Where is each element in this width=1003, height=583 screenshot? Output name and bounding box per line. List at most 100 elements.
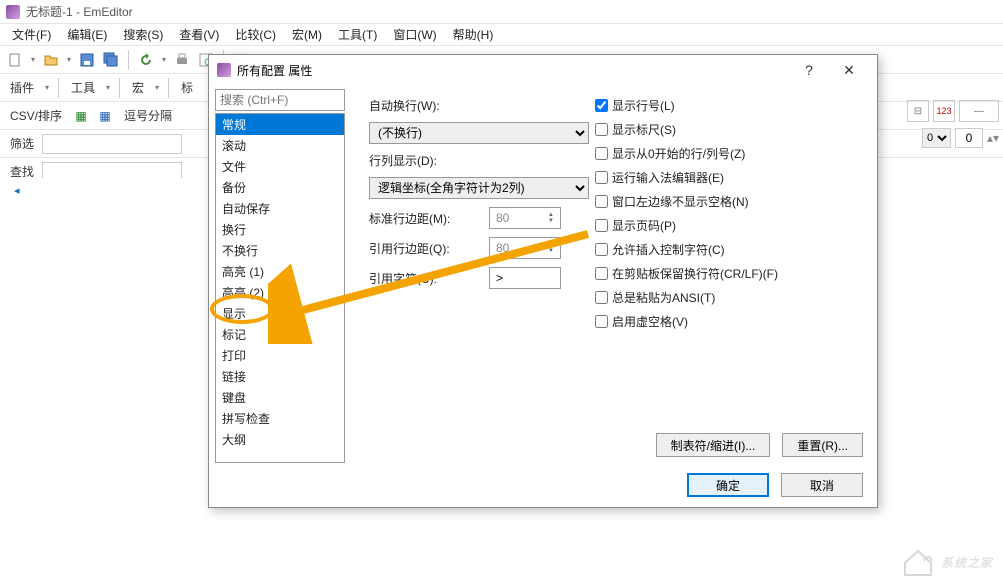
check-pagenum[interactable]: 显示页码(P)	[595, 217, 778, 234]
check-zerobase-box[interactable]	[595, 147, 608, 160]
check-crlf[interactable]: 在剪贴板保留换行符(CR/LF)(F)	[595, 265, 778, 282]
close-button[interactable]: ✕	[829, 56, 869, 84]
quote-char-label: 引用字符(U):	[369, 270, 489, 287]
ok-button[interactable]: 确定	[687, 473, 769, 497]
rowcol-select[interactable]: 逻辑坐标(全角字符计为2列)	[369, 177, 589, 199]
menu-compare[interactable]: 比较(C)	[227, 24, 284, 45]
open-file-dropdown[interactable]: ▾	[64, 49, 74, 71]
menu-search[interactable]: 搜索(S)	[115, 24, 171, 45]
editor-gutter	[0, 178, 20, 583]
csv-mode-icon[interactable]: ▦	[70, 105, 92, 127]
menu-tools[interactable]: 工具(T)	[330, 24, 385, 45]
properties-dialog: 所有配置 属性 ? ✕ 常规 滚动 文件 备份 自动保存 换行 不换行 高亮 (…	[208, 54, 878, 508]
category-item-highlight1[interactable]: 高亮 (1)	[216, 261, 344, 282]
category-item-highlight2[interactable]: 高亮 (2)	[216, 282, 344, 303]
quote-margin-spinner[interactable]: 80▲▼	[489, 237, 561, 259]
reset-button[interactable]: 重置(R)...	[782, 433, 863, 457]
menu-edit[interactable]: 编辑(E)	[59, 24, 115, 45]
plugin-dropdown[interactable]: ▾	[42, 77, 52, 99]
category-item-scroll[interactable]: 滚动	[216, 135, 344, 156]
watermark-icon	[901, 547, 935, 577]
check-linenum-box[interactable]	[595, 99, 608, 112]
checkbox-column: 显示行号(L) 显示标尺(S) 显示从0开始的行/列号(Z) 运行输入法编辑器(…	[595, 97, 778, 330]
category-search-input[interactable]	[215, 89, 345, 111]
plugin-label: 插件	[4, 79, 40, 96]
std-margin-spinner[interactable]: 80▲▼	[489, 207, 561, 229]
check-ansi[interactable]: 总是粘贴为ANSI(T)	[595, 289, 778, 306]
check-ime[interactable]: 运行输入法编辑器(E)	[595, 169, 778, 186]
category-item-autosave[interactable]: 自动保存	[216, 198, 344, 219]
menu-view[interactable]: 查看(V)	[171, 24, 227, 45]
category-item-keyboard[interactable]: 键盘	[216, 387, 344, 408]
menu-macro[interactable]: 宏(M)	[284, 24, 330, 45]
check-pagenum-box[interactable]	[595, 219, 608, 232]
check-ansi-box[interactable]	[595, 291, 608, 304]
check-linenum[interactable]: 显示行号(L)	[595, 97, 778, 114]
tools-label: 工具	[65, 79, 101, 96]
watermark: 系统之家	[901, 547, 993, 577]
menu-file[interactable]: 文件(F)	[4, 24, 59, 45]
category-item-general[interactable]: 常规	[216, 114, 344, 135]
category-item-link[interactable]: 链接	[216, 366, 344, 387]
autowrap-select[interactable]: (不换行)	[369, 122, 589, 144]
category-item-nowrap[interactable]: 不换行	[216, 240, 344, 261]
inner-button-row: 制表符/缩进(I)... 重置(R)...	[656, 433, 863, 457]
std-margin-label: 标准行边距(M):	[369, 210, 489, 227]
check-virtual[interactable]: 启用虚空格(V)	[595, 313, 778, 330]
cancel-button[interactable]: 取消	[781, 473, 863, 497]
macro-label: 宏	[126, 79, 150, 96]
print-icon[interactable]	[171, 49, 193, 71]
category-item-spell[interactable]: 拼写检查	[216, 408, 344, 429]
check-zerobase[interactable]: 显示从0开始的行/列号(Z)	[595, 145, 778, 162]
check-ctrlchar-box[interactable]	[595, 243, 608, 256]
filter-label: 筛选	[4, 135, 40, 152]
category-item-print[interactable]: 打印	[216, 345, 344, 366]
tools-dropdown[interactable]: ▾	[103, 77, 113, 99]
category-item-outline[interactable]: 大纲	[216, 429, 344, 450]
window-title: 无标题-1 - EmEditor	[26, 3, 133, 20]
category-item-backup[interactable]: 备份	[216, 177, 344, 198]
quote-char-input[interactable]	[489, 267, 561, 289]
category-sidebar: 常规 滚动 文件 备份 自动保存 换行 不换行 高亮 (1) 高亮 (2) 显示…	[215, 89, 345, 463]
category-list[interactable]: 常规 滚动 文件 备份 自动保存 换行 不换行 高亮 (1) 高亮 (2) 显示…	[215, 113, 345, 463]
reload-icon[interactable]	[135, 49, 157, 71]
help-button[interactable]: ?	[789, 56, 829, 84]
new-file-dropdown[interactable]: ▾	[28, 49, 38, 71]
csv-label: CSV/排序	[4, 107, 68, 124]
csv-table-icon[interactable]: ▦	[94, 105, 116, 127]
column-select[interactable]: 0	[922, 128, 951, 148]
column-value[interactable]	[955, 128, 983, 148]
save-all-icon[interactable]	[100, 49, 122, 71]
menu-help[interactable]: 帮助(H)	[445, 24, 502, 45]
check-leftspace[interactable]: 窗口左边缘不显示空格(N)	[595, 193, 778, 210]
open-file-icon[interactable]	[40, 49, 62, 71]
check-ime-box[interactable]	[595, 171, 608, 184]
counter-icon[interactable]: 123	[933, 100, 955, 122]
stepper-icon[interactable]: ▴▾	[987, 131, 999, 145]
check-ctrlchar[interactable]: 允许插入控制字符(C)	[595, 241, 778, 258]
ruler-icon[interactable]: ⊟	[907, 100, 929, 122]
save-icon[interactable]	[76, 49, 98, 71]
category-item-display[interactable]: 显示	[216, 303, 344, 324]
check-ruler-box[interactable]	[595, 123, 608, 136]
check-virtual-box[interactable]	[595, 315, 608, 328]
reload-dropdown[interactable]: ▾	[159, 49, 169, 71]
window-titlebar: 无标题-1 - EmEditor	[0, 0, 1003, 24]
eof-marker: ◂	[14, 184, 20, 197]
category-item-wrap[interactable]: 换行	[216, 219, 344, 240]
check-leftspace-box[interactable]	[595, 195, 608, 208]
tabindent-button[interactable]: 制表符/缩进(I)...	[656, 433, 771, 457]
macro-dropdown[interactable]: ▾	[152, 77, 162, 99]
new-file-icon[interactable]	[4, 49, 26, 71]
quote-margin-label: 引用行边距(Q):	[369, 240, 489, 257]
check-crlf-box[interactable]	[595, 267, 608, 280]
category-item-file[interactable]: 文件	[216, 156, 344, 177]
check-ruler[interactable]: 显示标尺(S)	[595, 121, 778, 138]
category-item-marks[interactable]: 标记	[216, 324, 344, 345]
zoom-box[interactable]: —	[959, 100, 999, 122]
menu-window[interactable]: 窗口(W)	[385, 24, 444, 45]
comma-sep-label: 逗号分隔	[118, 107, 178, 124]
dialog-footer: 确定 取消	[209, 463, 877, 507]
filter-input[interactable]	[42, 134, 182, 154]
mark-label: 标	[175, 79, 199, 96]
